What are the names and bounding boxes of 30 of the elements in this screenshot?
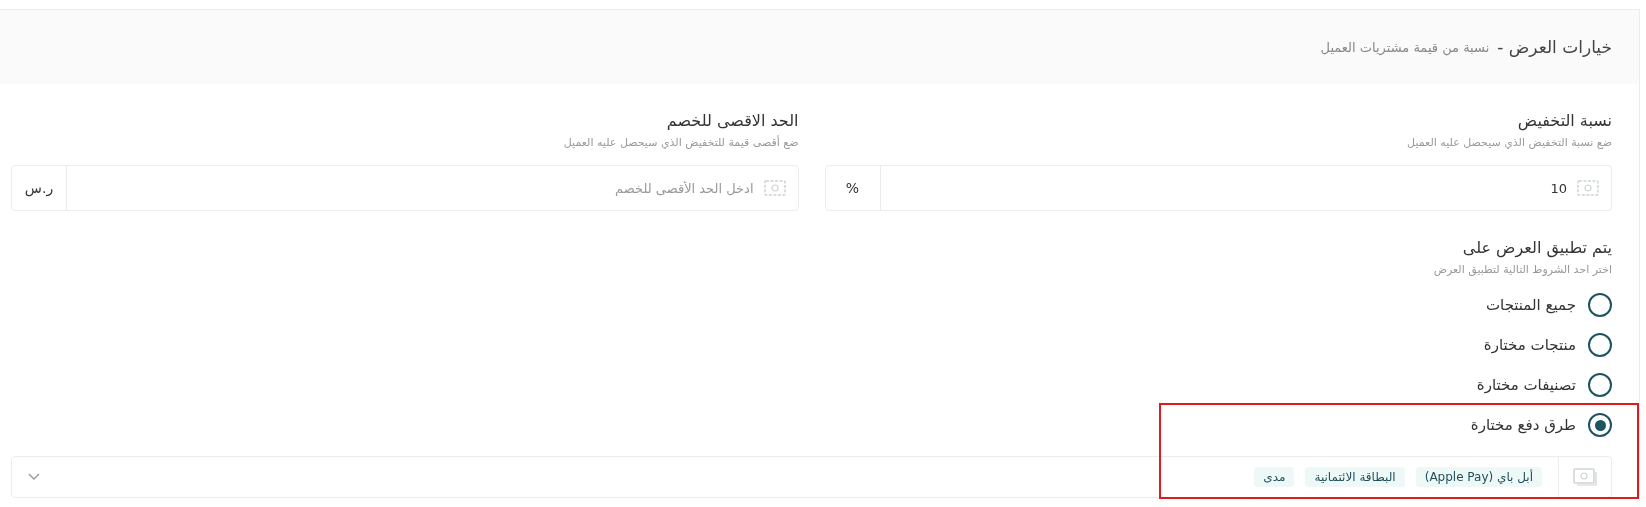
radio-button[interactable] <box>1588 413 1612 437</box>
money-icon <box>1573 468 1597 486</box>
money-icon <box>1577 180 1599 196</box>
input-field[interactable]: 10 <box>880 179 1569 197</box>
radio-button[interactable] <box>1588 293 1612 317</box>
unit-addon: % <box>825 166 881 210</box>
payment-methods-select[interactable]: أبل باي (Apple Pay) البطاقة الائتمانية مدى <box>11 456 1612 498</box>
radio-button[interactable] <box>1588 333 1612 357</box>
chevron-icon <box>28 473 40 481</box>
apply-title: يتم تطبيق العرض على <box>1461 237 1612 259</box>
input-group[interactable]: 10 % <box>824 165 1612 211</box>
payment-tag: مدى <box>1254 467 1295 487</box>
radio-label[interactable]: جميع المنتجات <box>1485 296 1576 314</box>
payment-tag: أبل باي (Apple Pay) <box>1415 467 1542 487</box>
input-group[interactable]: ادخل الحد الأقصى للخصم ر.س <box>11 165 799 211</box>
money-icon <box>763 180 786 196</box>
input-field[interactable]: ادخل الحد الأقصى للخصم <box>67 179 756 197</box>
unit-addon: ر.س <box>12 166 67 210</box>
radio-label[interactable]: منتجات مختارة <box>1483 336 1576 354</box>
payment-tag: البطاقة الائتمانية <box>1305 467 1405 487</box>
radio-label[interactable]: تصنيفات مختارة <box>1476 376 1576 394</box>
radio-label[interactable]: طرق دفع مختارة <box>1470 416 1576 434</box>
section-subtitle: نسبة من قيمة مشتريات العميل <box>1320 39 1490 55</box>
field-hint: ضع أقصى قيمة للتخفيض الذي سيحصل عليه العميل <box>562 134 799 151</box>
radio-button[interactable] <box>1588 373 1612 397</box>
field-hint: ضع نسبة التخفيض الذي سيحصل عليه العميل <box>1406 135 1612 151</box>
field-label: نسبة التخفيض <box>1516 110 1612 132</box>
field-label: الحد الاقصى للخصم <box>665 110 799 132</box>
section-title: خيارات العرض - <box>1497 37 1612 57</box>
apply-hint: اختر احد الشروط التالية لتطبيق العرض <box>1432 262 1612 278</box>
